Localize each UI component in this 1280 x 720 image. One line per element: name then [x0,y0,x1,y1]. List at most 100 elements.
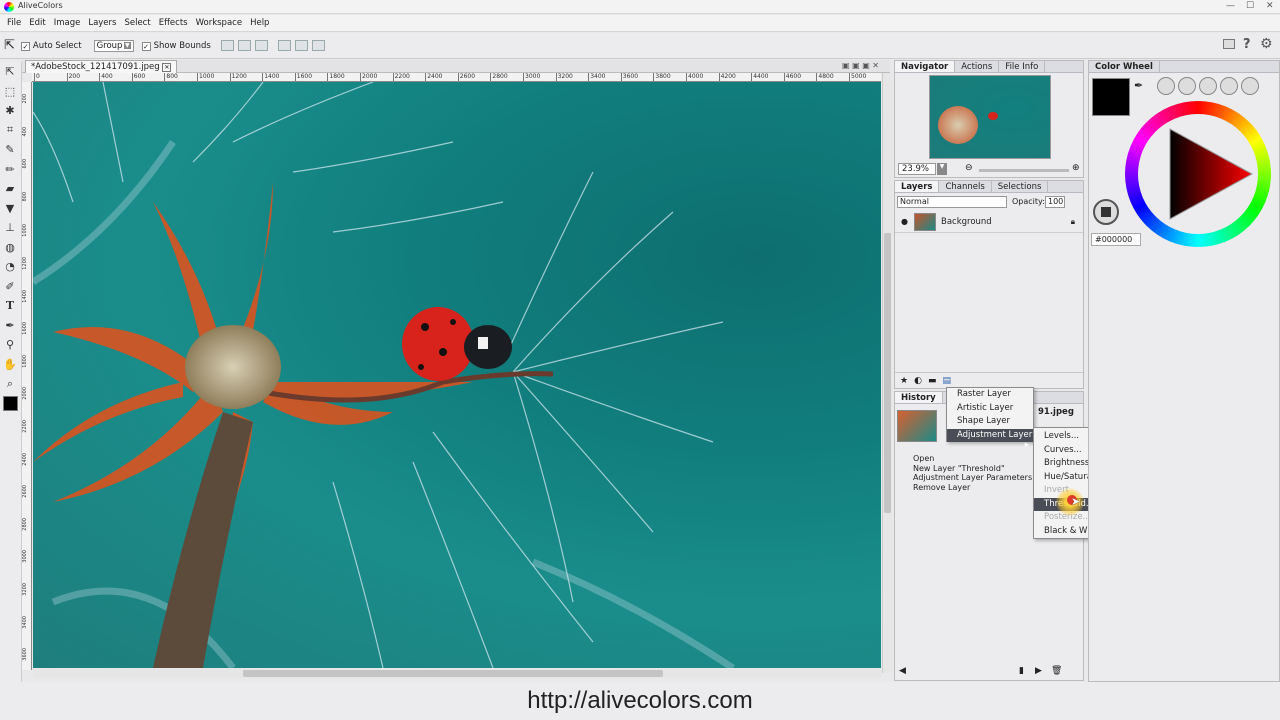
navigator-thumbnail[interactable] [929,75,1051,159]
menu-edit[interactable]: Edit [29,18,45,28]
tab-navigator[interactable]: Navigator [895,61,956,72]
text-tool-icon[interactable]: T [0,296,20,316]
tab-actions[interactable]: Actions [955,61,1000,72]
show-bounds-checkbox[interactable]: ✓ Show Bounds [141,41,211,51]
blur-tool-icon[interactable]: ◍ [0,238,20,258]
eye-icon[interactable]: ● [901,217,908,226]
tab-file-info[interactable]: File Info [999,61,1046,72]
play-icon[interactable]: ▶ [1035,666,1042,676]
tab-history[interactable]: History [895,392,943,403]
wheel-mode-icon[interactable] [1157,77,1175,95]
align-right-icon[interactable] [254,40,268,51]
history-item[interactable]: Open [913,454,1032,464]
menu-file[interactable]: File [7,18,21,28]
menu-select[interactable]: Select [124,18,150,28]
menu-item-shape-layer[interactable]: Shape Layer [947,415,1033,429]
stop-color-icon[interactable] [1093,199,1119,225]
stamp-tool-icon[interactable]: ⊥ [0,218,20,238]
wheel-mode-icon[interactable] [1199,77,1217,95]
delete-icon[interactable]: 🗑︎ [1051,666,1062,676]
folder-icon[interactable]: ▬ [928,376,937,386]
close-tab-icon[interactable]: ✕ [162,63,172,72]
menu-item-raster-layer[interactable]: Raster Layer [947,388,1033,402]
history-item[interactable]: Remove Layer [913,483,1032,493]
crop-tool-icon[interactable]: ⌗ [0,121,20,141]
menu-workspace[interactable]: Workspace [196,18,242,28]
brush-tool-icon[interactable]: ✏ [0,160,20,180]
zoom-out-icon[interactable]: ⊖ [965,163,973,173]
tab-layers[interactable]: Layers [895,181,940,192]
back-arrow-icon[interactable]: ◀ [899,666,906,676]
group-select[interactable]: Group ▼ [93,39,134,52]
marquee-tool-icon[interactable]: ⬚ [0,82,20,102]
zoom-in-icon[interactable]: ⊕ [1072,163,1080,173]
window-controls[interactable]: ▣ ▣ ▣ ✕ [842,61,879,70]
foreground-color-swatch[interactable] [0,394,20,414]
wheel-mode-icon[interactable] [1178,77,1196,95]
fx-icon[interactable]: ★ [900,376,908,386]
color-wheel-title: Color Wheel [1089,61,1160,72]
zoom-tool-icon[interactable]: ⌕ [0,374,20,394]
photo-dandelion-ladybug [33,82,735,668]
move-tool-icon: ⇱ [4,38,15,53]
history-item[interactable]: Adjustment Layer Parameters [913,473,1032,483]
horizontal-scroll-thumb[interactable] [243,670,663,677]
eyedropper-tool-icon[interactable]: ✎ [0,140,20,160]
lock-icon[interactable]: 🔒︎ [1071,217,1075,227]
help-icon[interactable]: ? [1243,37,1251,52]
chat-icon[interactable] [1223,39,1235,49]
tab-channels[interactable]: Channels [939,181,992,192]
menu-layers[interactable]: Layers [88,18,116,28]
align-middle-icon[interactable] [294,40,308,51]
document-tab[interactable]: *AdobeStock_121417091.jpeg ✕ [25,60,178,73]
align-bottom-icon[interactable] [311,40,325,51]
minimize-button[interactable]: — [1226,1,1235,11]
eraser-tool-icon[interactable]: ▰ [0,179,20,199]
pen-tool-icon[interactable]: ✒ [0,316,20,336]
auto-select-checkbox[interactable]: ✓ Auto Select [20,41,82,51]
saturation-triangle[interactable] [1125,101,1271,247]
align-left-icon[interactable] [220,40,234,51]
pencil-tool-icon[interactable]: ✐ [0,277,20,297]
hex-input[interactable]: #000000 [1091,233,1141,246]
mask-icon[interactable]: ◐ [914,376,922,386]
move-tool-icon[interactable]: ⇱ [0,62,20,82]
layer-row[interactable]: ● Background 🔒︎ [895,211,1083,233]
magic-wand-tool-icon[interactable]: ✱ [0,101,20,121]
opacity-field[interactable]: 100 [1045,196,1065,208]
footer-url[interactable]: http://alivecolors.com [0,682,1280,720]
history-item[interactable]: New Layer "Threshold" [913,464,1032,474]
zoom-field[interactable]: 23.9% [898,163,936,175]
snapshot-icon[interactable]: ▮ [1019,666,1024,676]
menu-item-adjustment-layer[interactable]: Adjustment Layer ▸ [947,428,1033,450]
align-center-icon[interactable] [237,40,251,51]
hand-tool-icon[interactable]: ✋ [0,355,20,375]
fill-tool-icon[interactable]: ▼ [0,199,20,219]
vertical-scroll-thumb[interactable] [884,233,891,513]
new-layer-icon[interactable]: ▤ [942,376,951,386]
close-button[interactable]: ✕ [1266,1,1274,11]
history-snapshot-thumbnail[interactable] [897,410,937,442]
app-logo-icon [4,2,14,12]
image-canvas[interactable] [33,82,881,668]
options-bar: ⇱ ✓ Auto Select Group ▼ ✓ Show Bounds ? ⚙ [0,33,1280,59]
menu-item-artistic-layer[interactable]: Artistic Layer [947,402,1033,416]
horizontal-scrollbar[interactable] [33,669,881,678]
tab-selections[interactable]: Selections [992,181,1049,192]
eyedropper-icon[interactable]: ✒ [1134,79,1143,92]
wheel-mode-icon[interactable] [1220,77,1238,95]
zoom-dropdown-icon[interactable]: ▼ [937,163,947,175]
wheel-mode-icon[interactable] [1241,77,1259,95]
maximize-button[interactable]: ☐ [1246,1,1254,11]
align-top-icon[interactable] [277,40,291,51]
dodge-tool-icon[interactable]: ◔ [0,257,20,277]
hue-ring[interactable] [1125,101,1271,247]
menu-effects[interactable]: Effects [159,18,188,28]
menu-image[interactable]: Image [54,18,81,28]
blend-mode-select[interactable]: Normal [897,196,1007,208]
vertical-scrollbar[interactable] [882,73,892,673]
menu-help[interactable]: Help [250,18,269,28]
gear-icon[interactable]: ⚙ [1260,36,1273,52]
zoom-slider[interactable] [979,169,1069,172]
color-picker-tool-icon[interactable]: ⚲ [0,335,20,355]
